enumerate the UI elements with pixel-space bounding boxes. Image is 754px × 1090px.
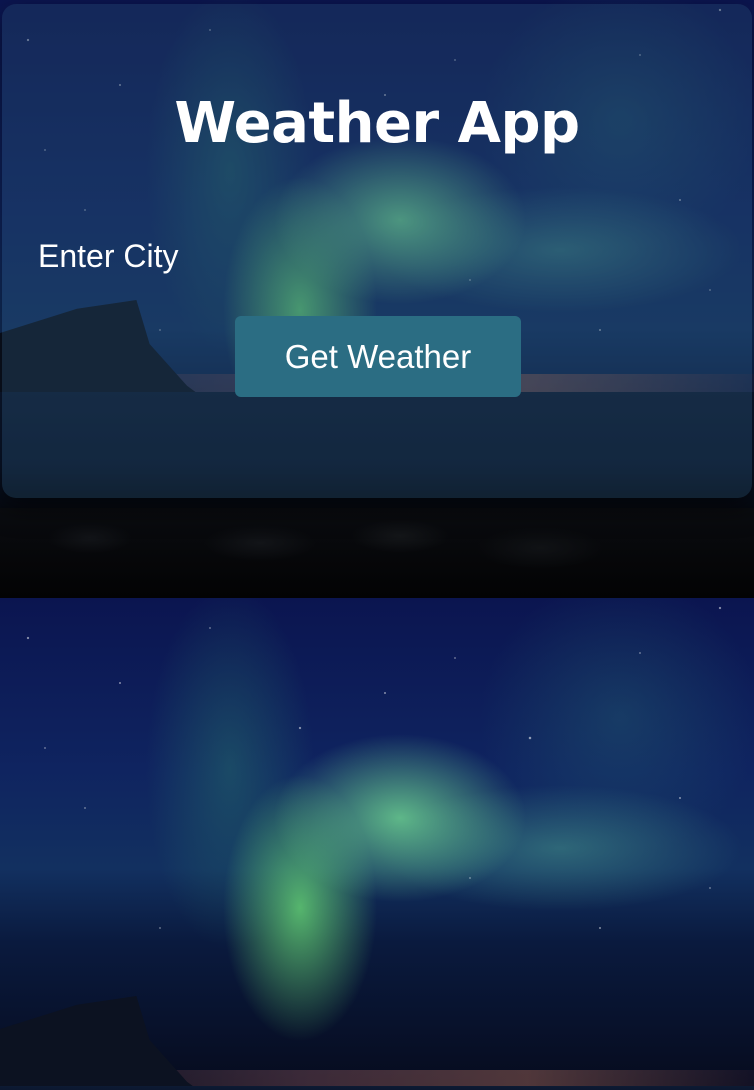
weather-card: Weather App Enter City Get Weather — [2, 4, 752, 498]
rocky-shore — [0, 508, 754, 598]
get-weather-button[interactable]: Get Weather — [235, 316, 521, 397]
app-title: Weather App — [174, 91, 580, 156]
city-input[interactable] — [38, 284, 39, 285]
city-label: Enter City — [38, 238, 179, 274]
sea — [0, 1086, 754, 1090]
background-image-repeat — [0, 598, 754, 1090]
